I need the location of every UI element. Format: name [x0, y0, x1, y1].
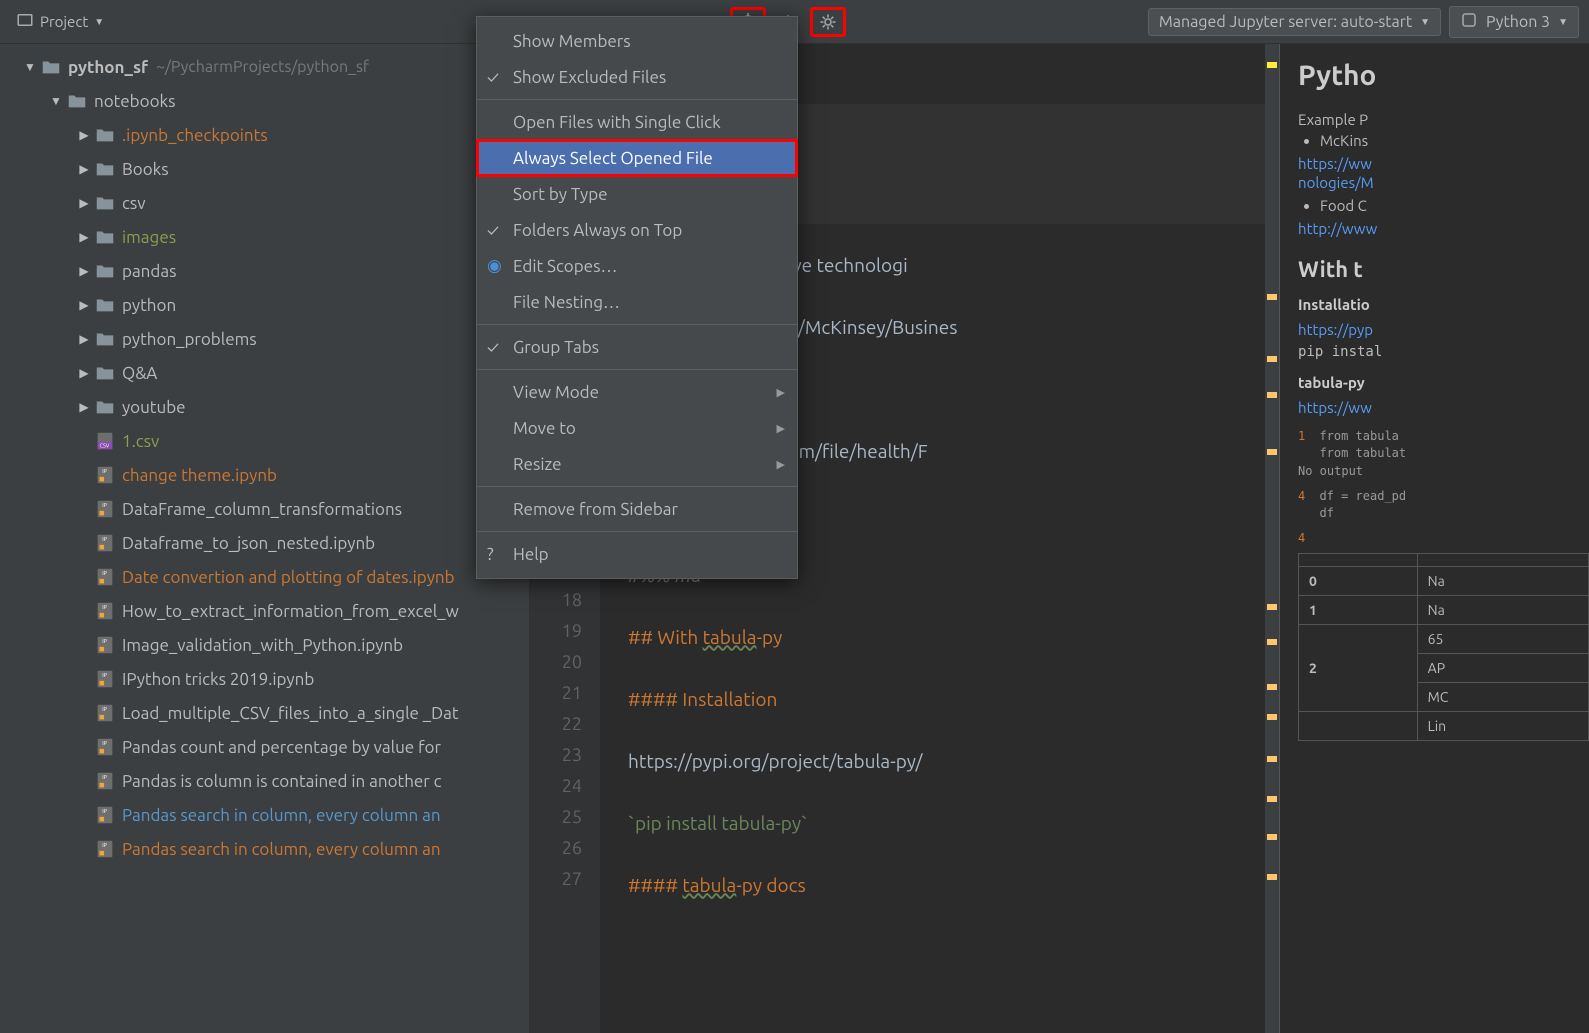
line-number: 22 — [530, 714, 600, 745]
code-line[interactable] — [600, 838, 1279, 869]
tree-file[interactable]: IPPandas search in column, every column … — [0, 832, 529, 866]
chevron-down-icon: ▼ — [94, 16, 104, 28]
tree-folder[interactable]: ▶csv — [0, 186, 529, 220]
tree-folder[interactable]: ▶Q&A — [0, 356, 529, 390]
menu-item[interactable]: File Nesting… — [477, 284, 797, 320]
editor-error-stripe[interactable] — [1265, 44, 1279, 1033]
preview-link[interactable]: https://ww — [1298, 155, 1589, 172]
menu-item[interactable]: Open Files with Single Click — [477, 104, 797, 140]
code-line[interactable] — [600, 776, 1279, 807]
python-icon — [1460, 11, 1478, 33]
tree-file[interactable]: IPIPython tricks 2019.ipynb — [0, 662, 529, 696]
tree-folder[interactable]: ▶.ipynb_checkpoints — [0, 118, 529, 152]
line-number: 20 — [530, 652, 600, 683]
svg-text:IP: IP — [102, 673, 107, 679]
code-line[interactable] — [600, 590, 1279, 621]
line-number: 23 — [530, 745, 600, 776]
svg-text:IP: IP — [102, 537, 107, 543]
svg-text:IP: IP — [102, 503, 107, 509]
code-line[interactable]: `pip install tabula-py` — [600, 807, 1279, 838]
preview-link[interactable]: https://ww — [1298, 399, 1589, 416]
svg-text:IP: IP — [102, 775, 107, 781]
jupyter-server-dropdown[interactable]: Managed Jupyter server: auto-start ▼ — [1148, 8, 1441, 36]
tree-file[interactable]: IPDataFrame_column_transformations — [0, 492, 529, 526]
tree-folder[interactable]: ▶youtube — [0, 390, 529, 424]
tree-file[interactable]: IPPandas search in column, every column … — [0, 798, 529, 832]
menu-item[interactable]: Show Members — [477, 23, 797, 59]
line-number: 26 — [530, 838, 600, 869]
project-sidebar: ▼python_sf~/PycharmProjects/python_sf▼no… — [0, 44, 530, 1033]
tree-root[interactable]: ▼python_sf~/PycharmProjects/python_sf — [0, 50, 529, 84]
preview-link[interactable]: https://pyp — [1298, 321, 1589, 338]
menu-item[interactable]: Sort by Type — [477, 176, 797, 212]
line-number: 27 — [530, 869, 600, 900]
tree-file[interactable]: CSV1.csv — [0, 424, 529, 458]
svg-text:IP: IP — [102, 605, 107, 611]
menu-item[interactable]: ✓Folders Always on Top — [477, 212, 797, 248]
line-number: 24 — [530, 776, 600, 807]
preview-link[interactable]: http://www — [1298, 220, 1589, 237]
tree-file[interactable]: IPchange theme.ipynb — [0, 458, 529, 492]
menu-item[interactable]: Resize▶ — [477, 446, 797, 482]
code-line[interactable]: #### tabula-py docs — [600, 869, 1279, 900]
project-view-icon — [16, 11, 34, 32]
svg-text:IP: IP — [102, 571, 107, 577]
tree-file[interactable]: IPDate convertion and plotting of dates.… — [0, 560, 529, 594]
tree-folder[interactable]: ▶Books — [0, 152, 529, 186]
tree-file[interactable]: IPPandas count and percentage by value f… — [0, 730, 529, 764]
preview-title: Pytho — [1298, 60, 1589, 91]
interpreter-dropdown[interactable]: Python 3 ▼ — [1449, 6, 1579, 38]
svg-text:IP: IP — [102, 707, 107, 713]
svg-text:CSV: CSV — [100, 443, 110, 449]
menu-item[interactable]: ✓Show Excluded Files — [477, 59, 797, 95]
project-view-label: Project — [40, 13, 88, 30]
tree-folder-notebooks[interactable]: ▼notebooks — [0, 84, 529, 118]
tree-file[interactable]: IPImage_validation_with_Python.ipynb — [0, 628, 529, 662]
svg-text:IP: IP — [102, 469, 107, 475]
code-line[interactable] — [600, 652, 1279, 683]
code-line[interactable]: #### Installation — [600, 683, 1279, 714]
menu-item[interactable]: ◉Edit Scopes… — [477, 248, 797, 284]
code-line[interactable]: ## With tabula-py — [600, 621, 1279, 652]
svg-text:IP: IP — [102, 639, 107, 645]
line-number: 21 — [530, 683, 600, 714]
preview-link[interactable]: nologies/M — [1298, 174, 1589, 191]
preview-dataframe-table: 0Na 1Na 265 AP MC Lin — [1298, 553, 1589, 741]
project-view-dropdown[interactable]: Project ▼ — [10, 9, 110, 34]
code-line[interactable] — [600, 714, 1279, 745]
tool-window-options-button[interactable] — [810, 7, 846, 37]
tree-folder[interactable]: ▶python_problems — [0, 322, 529, 356]
menu-item[interactable]: Move to▶ — [477, 410, 797, 446]
menu-item[interactable]: Always Select Opened File — [477, 140, 797, 176]
tree-folder[interactable]: ▶images — [0, 220, 529, 254]
code-line[interactable]: https://pypi.org/project/tabula-py/ — [600, 745, 1279, 776]
line-number: 19 — [530, 621, 600, 652]
tree-file[interactable]: IPPandas is column is contained in anoth… — [0, 764, 529, 798]
menu-item[interactable]: ✓Group Tabs — [477, 329, 797, 365]
tree-folder[interactable]: ▶python — [0, 288, 529, 322]
project-options-menu: Show Members✓Show Excluded Files Open Fil… — [476, 16, 798, 579]
menu-item[interactable]: Remove from Sidebar — [477, 491, 797, 527]
chevron-down-icon: ▼ — [1420, 16, 1430, 28]
tree-file[interactable]: IPHow_to_extract_information_from_excel_… — [0, 594, 529, 628]
svg-text:IP: IP — [102, 809, 107, 815]
markdown-preview: Pytho Example P McKins https://ww nologi… — [1279, 44, 1589, 1033]
menu-item[interactable]: ?Help — [477, 536, 797, 572]
svg-text:IP: IP — [102, 843, 107, 849]
tree-file[interactable]: IPDataframe_to_json_nested.ipynb — [0, 526, 529, 560]
line-number: 18 — [530, 590, 600, 621]
menu-item[interactable]: View Mode▶ — [477, 374, 797, 410]
svg-text:IP: IP — [102, 741, 107, 747]
tree-folder[interactable]: ▶pandas — [0, 254, 529, 288]
line-number: 25 — [530, 807, 600, 838]
tree-file[interactable]: IPLoad_multiple_CSV_files_into_a_single … — [0, 696, 529, 730]
chevron-down-icon: ▼ — [1558, 16, 1568, 28]
